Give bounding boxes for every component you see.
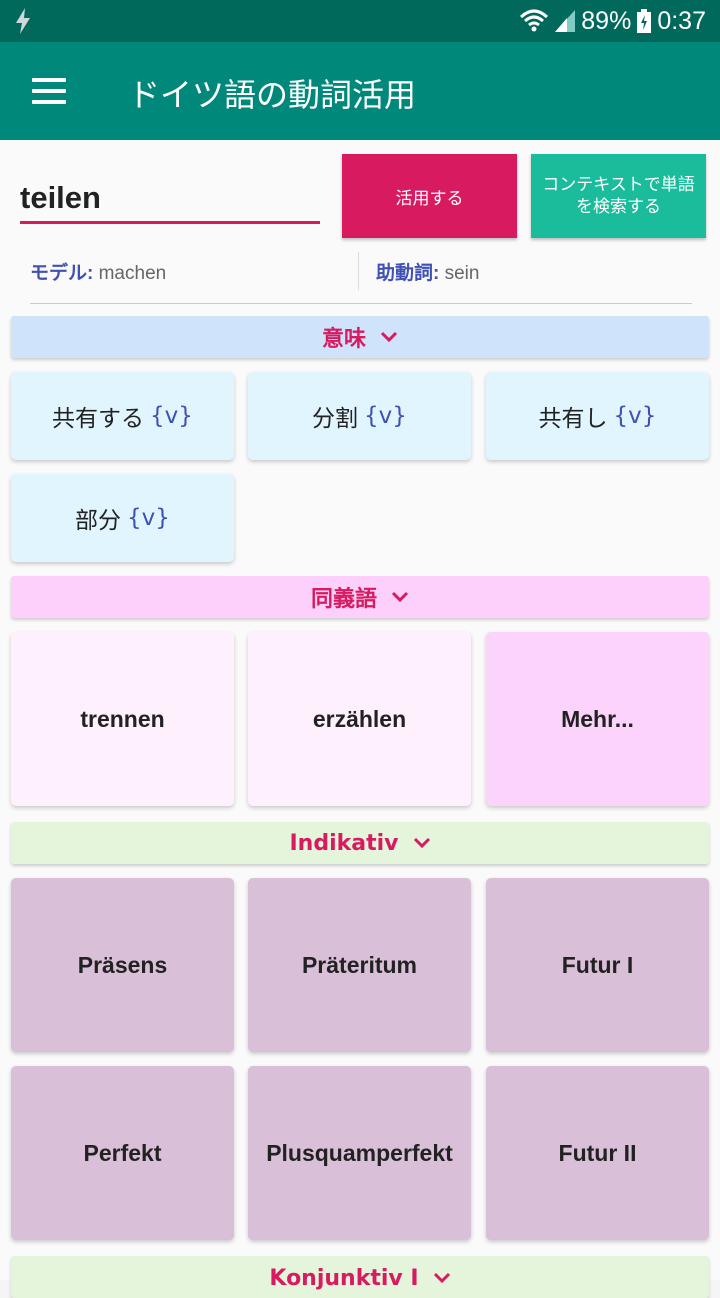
meaning-card[interactable]: 共有する {v} (11, 372, 234, 460)
context-search-button[interactable]: コンテキストで単語を検索する (531, 154, 706, 238)
meaning-tag: {v} (127, 505, 170, 531)
meaning-word: 共有する (52, 406, 145, 432)
meaning-word: 分割 (312, 406, 359, 432)
synonym-card[interactable]: trennen (11, 632, 234, 806)
chevron-down-icon (433, 1272, 450, 1284)
app-bar: ドイツ語の動詞活用 (0, 42, 720, 140)
status-bar: 89% 0:37 (0, 0, 720, 42)
tense-card[interactable]: Futur I (486, 878, 709, 1052)
clock: 0:37 (657, 6, 706, 35)
verb-input[interactable] (20, 174, 320, 224)
chevron-down-icon (413, 837, 430, 849)
konjunktiv-section-header[interactable]: Konjunktiv I (11, 1256, 709, 1298)
chevron-down-icon (380, 331, 398, 343)
model-info: モデル: machen (30, 258, 166, 285)
signal-icon (555, 10, 576, 32)
synonyms-section-header[interactable]: 同義語 (11, 576, 709, 618)
meaning-word: 部分 (75, 508, 122, 534)
meaning-card[interactable]: 分割 {v} (248, 372, 471, 460)
meaning-tag: {v} (364, 403, 407, 429)
konjunktiv-section-label: Konjunktiv I (269, 1266, 419, 1291)
meaning-card[interactable]: 部分 {v} (11, 474, 234, 562)
meaning-section-label: 意味 (321, 327, 366, 352)
tense-card[interactable]: Präteritum (248, 878, 471, 1052)
meaning-tag: {v} (150, 403, 193, 429)
meaning-card[interactable]: 共有し {v} (486, 372, 709, 460)
synonyms-section-label: 同義語 (310, 587, 377, 612)
more-synonyms-button[interactable]: Mehr... (486, 632, 709, 806)
chevron-down-icon (391, 591, 409, 603)
battery-percent: 89% (581, 6, 632, 35)
meaning-section-header[interactable]: 意味 (11, 316, 709, 358)
meaning-word: 共有し (538, 406, 608, 432)
auxiliary-value: sein (439, 263, 480, 284)
model-label: モデル: (30, 263, 94, 284)
auxiliary-info: 助動詞: sein (376, 258, 479, 285)
tense-card[interactable]: Perfekt (11, 1066, 234, 1240)
tense-card[interactable]: Futur II (486, 1066, 709, 1240)
hamburger-menu-icon[interactable] (32, 78, 66, 104)
model-info-row: モデル: machen 助動詞: sein (30, 252, 692, 304)
tense-card[interactable]: Plusquamperfekt (248, 1066, 471, 1240)
tense-card[interactable]: Präsens (11, 878, 234, 1052)
model-value: machen (93, 263, 167, 284)
main-content: 活用する コンテキストで単語を検索する モデル: machen 助動詞: sei… (0, 140, 720, 1298)
indikativ-section-label: Indikativ (289, 830, 399, 856)
conjugate-button[interactable]: 活用する (342, 154, 517, 238)
synonym-card[interactable]: erzählen (248, 632, 471, 806)
auxiliary-label: 助動詞: (376, 263, 440, 284)
battery-icon (637, 9, 652, 33)
wifi-icon (520, 9, 549, 32)
app-title: ドイツ語の動詞活用 (128, 76, 417, 114)
divider (358, 252, 359, 290)
charging-bolt-icon (16, 8, 30, 34)
indikativ-section-header[interactable]: Indikativ (11, 822, 709, 864)
meaning-tag: {v} (613, 403, 657, 429)
